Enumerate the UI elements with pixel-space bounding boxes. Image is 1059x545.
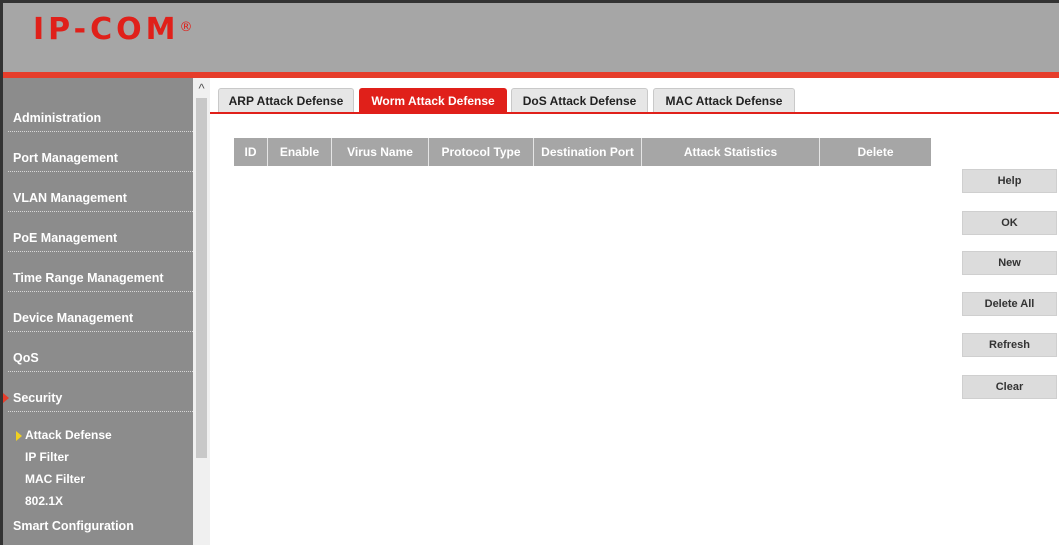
tab-dos-attack-defense[interactable]: DoS Attack Defense <box>511 88 648 113</box>
column-header-attack-statistics: Attack Statistics <box>642 138 820 166</box>
column-header-delete: Delete <box>820 138 931 166</box>
sidebar-subitem-attack-defense[interactable]: Attack Defense <box>25 428 112 442</box>
sidebar-subitem-ip-filter[interactable]: IP Filter <box>25 450 69 464</box>
sidebar-item-administration[interactable]: Administration <box>8 92 193 132</box>
sidebar-item-qos[interactable]: QoS <box>8 332 193 372</box>
sidebar-item-time-range-management[interactable]: Time Range Management <box>8 252 193 292</box>
scroll-thumb[interactable] <box>196 98 207 458</box>
tab-arp-attack-defense[interactable]: ARP Attack Defense <box>218 88 354 113</box>
column-header-destination-port: Destination Port <box>534 138 642 166</box>
sidebar-item-smart-configuration[interactable]: Smart Configuration <box>8 499 193 539</box>
active-subitem-arrow-icon <box>16 431 22 441</box>
delete-all-button[interactable]: Delete All <box>962 292 1057 316</box>
table-header-row: ID Enable Virus Name Protocol Type Desti… <box>234 138 931 166</box>
scroll-up-icon[interactable]: ^ <box>193 80 210 97</box>
column-header-virus-name: Virus Name <box>332 138 429 166</box>
sidebar-subitem-mac-filter[interactable]: MAC Filter <box>25 472 85 486</box>
column-header-id: ID <box>234 138 268 166</box>
header-bar: IP-COM® <box>0 0 1059 72</box>
refresh-button[interactable]: Refresh <box>962 333 1057 357</box>
sidebar-item-security[interactable]: Security <box>3 372 193 412</box>
column-header-enable: Enable <box>268 138 332 166</box>
brand-logo: IP-COM® <box>33 12 193 47</box>
ok-button[interactable]: OK <box>962 211 1057 235</box>
new-button[interactable]: New <box>962 251 1057 275</box>
clear-button[interactable]: Clear <box>962 375 1057 399</box>
tab-worm-attack-defense[interactable]: Worm Attack Defense <box>359 88 507 113</box>
sidebar: Administration Port Management VLAN Mana… <box>0 78 193 545</box>
sidebar-item-vlan-management[interactable]: VLAN Management <box>8 172 193 212</box>
sidebar-item-poe-management[interactable]: PoE Management <box>8 212 193 252</box>
help-button[interactable]: Help <box>962 169 1057 193</box>
active-arrow-icon <box>3 393 9 403</box>
sidebar-item-device-management[interactable]: Device Management <box>8 292 193 332</box>
sidebar-item-port-management[interactable]: Port Management <box>8 132 193 172</box>
column-header-protocol-type: Protocol Type <box>429 138 534 166</box>
tab-mac-attack-defense[interactable]: MAC Attack Defense <box>653 88 795 113</box>
sidebar-scrollbar[interactable]: ^ <box>193 78 210 545</box>
tab-underline <box>210 112 1059 114</box>
